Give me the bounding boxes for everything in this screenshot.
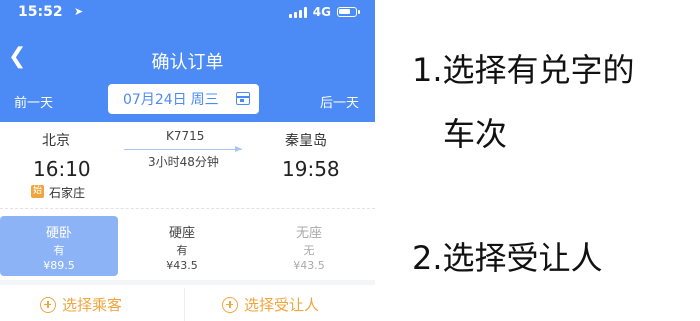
travel-duration: 3小时48分钟	[148, 155, 219, 169]
add-circle-icon	[222, 296, 238, 313]
seat-price: ¥89.5	[43, 259, 75, 272]
network-type: 4G	[312, 5, 331, 19]
select-passenger-button[interactable]: 选择乘客	[40, 294, 122, 315]
seat-option-no-seat[interactable]: 无座 无 ¥43.5	[250, 216, 368, 276]
annotation-step2: 2.选择受让人	[412, 239, 603, 277]
origin-station-icon: 始	[31, 185, 44, 198]
departure-station: 北京	[42, 133, 70, 149]
status-time: 15:52	[18, 4, 63, 20]
annotation-step1: 1.选择有兑字的	[412, 51, 635, 89]
add-circle-icon	[40, 296, 56, 313]
seat-availability: 无	[303, 244, 315, 257]
select-transferee-button[interactable]: 选择受让人	[222, 294, 319, 315]
route-arrow	[124, 146, 242, 152]
seat-price: ¥43.5	[293, 259, 325, 272]
seat-availability: 有	[53, 244, 65, 257]
seat-type: 硬卧	[45, 226, 72, 241]
divider	[0, 208, 375, 209]
selected-date: 07月24日	[123, 92, 187, 108]
arrival-time: 19:58	[282, 157, 340, 181]
section-separator	[0, 280, 375, 285]
divider-vertical	[184, 288, 185, 321]
annotation-step1-cont: 车次	[443, 115, 508, 153]
select-passenger-label: 选择乘客	[62, 296, 123, 314]
seat-price: ¥43.5	[166, 259, 198, 272]
selected-weekday: 周三	[190, 92, 219, 108]
origin-station: 石家庄	[49, 186, 86, 200]
prev-day-button[interactable]: 前一天	[14, 92, 53, 111]
select-transferee-label: 选择受让人	[244, 296, 320, 314]
seat-type: 无座	[295, 226, 322, 241]
train-number: K7715	[166, 129, 205, 143]
location-arrow-icon: ➤	[74, 5, 84, 18]
status-icons: 4G	[288, 5, 360, 19]
seat-option-hard-sleeper[interactable]: 硬卧 有 ¥89.5	[0, 216, 118, 276]
arrival-station: 秦皇岛	[285, 133, 327, 149]
calendar-icon	[236, 92, 250, 105]
departure-time: 16:10	[33, 157, 91, 181]
seat-availability: 有	[176, 244, 188, 257]
phone-screen: 15:52 ➤ 4G ❮ 确认订单 前一天 07月24日 周三 后一天 北京 K…	[0, 0, 375, 321]
battery-icon	[337, 7, 360, 17]
seat-type: 硬座	[168, 226, 195, 241]
signal-icon	[288, 6, 307, 18]
page-title: 确认订单	[151, 52, 224, 73]
header-background: 15:52 ➤ 4G ❮ 确认订单 前一天 07月24日 周三 后一天	[0, 0, 375, 122]
next-day-button[interactable]: 后一天	[320, 92, 359, 111]
date-selector[interactable]: 07月24日 周三	[108, 84, 259, 114]
seat-option-hard-seat[interactable]: 硬座 有 ¥43.5	[123, 216, 241, 276]
